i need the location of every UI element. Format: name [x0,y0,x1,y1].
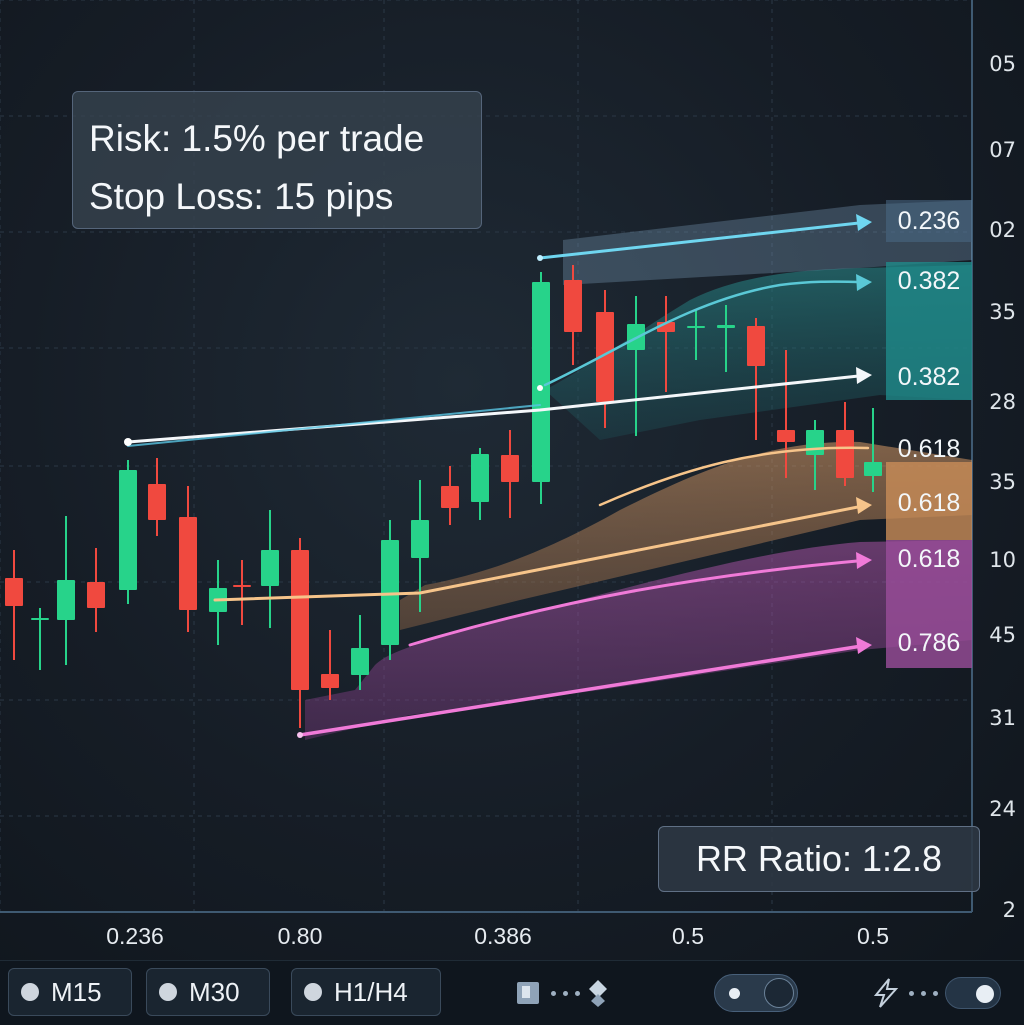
risk-text: Risk: 1.5% per trade [89,118,425,159]
chart-area[interactable]: 05 07 02 35 28 35 10 45 31 24 2 0.236 0.… [0,0,1024,960]
bearish-candle [321,630,339,700]
fib-label-0382: 0.382 [897,266,961,295]
x-tick-label: 0.5 [857,923,889,949]
anchor-point [297,732,303,738]
y-tick-label: 2 [1002,898,1016,922]
timeframe-label: H1/H4 [334,976,408,1007]
x-tick-label: 0.5 [672,923,704,949]
rr-ratio-panel: RR Ratio: 1:2.8 [658,826,980,892]
drawing-tools-group[interactable] [514,973,609,1013]
fib-label-0382: 0.382 [897,362,961,391]
timeframe-button-h1h4[interactable]: H1/H4 [291,968,441,1016]
stop-loss-text: Stop Loss: 15 pips [89,176,394,217]
x-tick-label: 0.80 [277,923,323,949]
bearish-candle [87,548,105,632]
y-tick-label: 31 [989,706,1016,730]
y-tick-label: 05 [989,52,1016,76]
anchor-point [124,438,132,446]
timeframe-button-m15[interactable]: M15 [8,968,132,1016]
fib-label-0618: 0.618 [897,544,961,573]
anchor-point [537,385,543,391]
bullish-candle [119,460,137,604]
toggle-switch[interactable] [714,973,798,1013]
bullish-candle [471,448,489,520]
risk-info-panel: Risk: 1.5% per trade Stop Loss: 15 pips [72,91,482,229]
y-tick-label: 45 [989,623,1016,647]
bearish-candle [501,430,519,518]
fib-label-0786: 0.786 [897,628,961,657]
bearish-candle [441,466,459,525]
timeframe-label: M30 [189,976,240,1007]
radio-dot-icon [21,983,39,1001]
bearish-candle [5,550,23,660]
bearish-candle [564,265,582,365]
y-tick-label: 24 [989,797,1016,821]
lightning-icon[interactable] [870,977,902,1009]
toggle-pill[interactable] [945,977,1001,1009]
bearish-candle [233,560,251,625]
alerts-group[interactable] [870,973,1001,1013]
anchor-point [537,255,543,261]
cyan-arrow-long [127,404,541,447]
bottom-toolbar: M15 M30 H1/H4 [0,960,1024,1025]
bullish-candle [57,516,75,665]
timeframe-button-m30[interactable]: M30 [146,968,270,1016]
bullish-candle [209,560,227,645]
fib-label-0618: 0.618 [897,488,961,517]
x-tick-label: 0.236 [106,923,164,949]
timeframe-label: M15 [51,976,102,1007]
bullish-candle [381,520,399,660]
x-tick-label: 0.386 [474,923,532,949]
y-tick-label: 35 [989,300,1016,324]
fib-label-0618: 0.618 [897,434,961,463]
y-tick-label: 28 [989,390,1016,414]
diamond-icon[interactable] [587,978,609,1008]
flag-icon[interactable] [514,978,544,1008]
radio-dot-icon [304,983,322,1001]
y-tick-label: 35 [989,470,1016,494]
bearish-candle [836,402,854,486]
bearish-candle [148,458,166,536]
y-tick-label: 10 [989,548,1016,572]
y-tick-label: 02 [989,218,1016,242]
fib-label-0236: 0.236 [897,206,961,235]
radio-dot-icon [159,983,177,1001]
bullish-candle [261,510,279,628]
y-tick-label: 07 [989,138,1016,162]
bullish-candle [31,608,49,670]
